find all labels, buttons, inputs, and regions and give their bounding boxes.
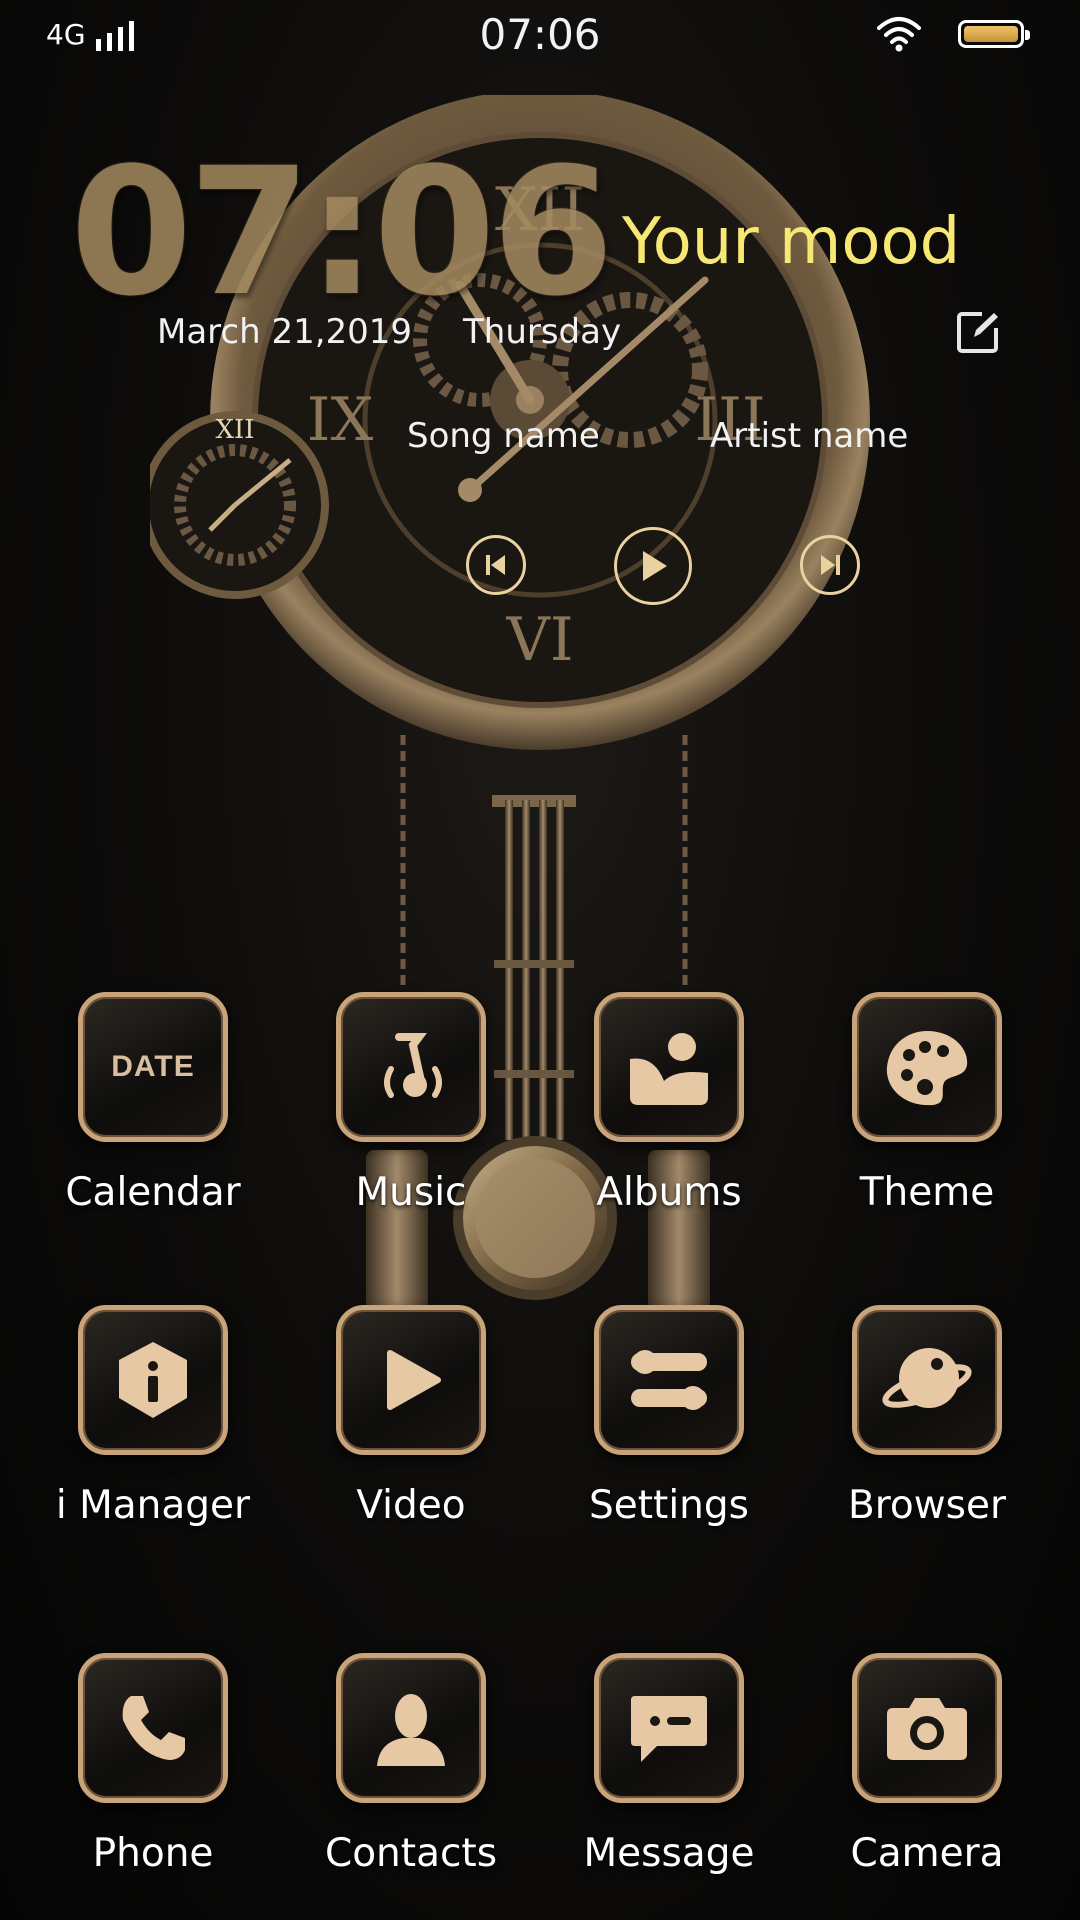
svg-text:VI: VI: [505, 605, 573, 675]
skip-previous-icon: [486, 555, 505, 575]
shield-info-icon: [78, 1305, 228, 1455]
app-label: Theme: [859, 1170, 995, 1215]
app-video[interactable]: Video: [311, 1305, 511, 1555]
app-label: Phone: [92, 1831, 214, 1876]
status-bar: 4G 07:06: [0, 0, 1080, 70]
camera-icon: [852, 1653, 1002, 1803]
app-message[interactable]: Message: [569, 1653, 769, 1903]
play-icon: [643, 551, 667, 581]
widget-date: March 21,2019: [157, 312, 413, 352]
edit-icon[interactable]: [956, 310, 1000, 354]
previous-track-button[interactable]: [466, 535, 526, 595]
play-button[interactable]: [614, 527, 692, 605]
artist-name: Artist name: [710, 416, 909, 456]
play-icon: [336, 1305, 486, 1455]
app-label: Message: [583, 1831, 755, 1876]
app-phone[interactable]: Phone: [53, 1653, 253, 1903]
app-label: i Manager: [55, 1483, 251, 1528]
widget-big-time: 07:06: [70, 130, 614, 335]
svg-text:IX: IX: [307, 385, 374, 455]
app-contacts[interactable]: Contacts: [311, 1653, 511, 1903]
chat-bubble-icon: [594, 1653, 744, 1803]
app-camera[interactable]: Camera: [827, 1653, 1027, 1903]
app-i-manager[interactable]: i Manager: [53, 1305, 253, 1555]
wifi-icon: [877, 17, 921, 52]
phone-handset-icon: [78, 1653, 228, 1803]
app-calendar[interactable]: DATE Calendar: [53, 992, 253, 1242]
app-label: Albums: [596, 1170, 742, 1215]
photo-album-icon: [594, 992, 744, 1142]
skip-next-icon: [821, 555, 840, 575]
planet-icon: [852, 1305, 1002, 1455]
widget-weekday: Thursday: [463, 312, 622, 352]
svg-text:XII: XII: [215, 415, 254, 445]
app-label: Music: [355, 1170, 467, 1215]
app-label: Camera: [850, 1831, 1004, 1876]
app-label: Browser: [847, 1483, 1007, 1528]
app-label: Settings: [589, 1483, 749, 1528]
calendar-icon-text: DATE: [111, 1050, 195, 1083]
paint-palette-icon: [852, 992, 1002, 1142]
app-theme[interactable]: Theme: [827, 992, 1027, 1242]
app-music[interactable]: Music: [311, 992, 511, 1242]
app-browser[interactable]: Browser: [827, 1305, 1027, 1555]
next-track-button[interactable]: [800, 535, 860, 595]
calendar-icon: DATE: [78, 992, 228, 1142]
app-albums[interactable]: Albums: [569, 992, 769, 1242]
app-label: Video: [356, 1483, 466, 1528]
music-note-icon: [336, 992, 486, 1142]
mood-text[interactable]: Your mood: [622, 205, 960, 279]
battery-icon: [958, 20, 1030, 48]
song-name: Song name: [407, 416, 600, 456]
app-settings[interactable]: Settings: [569, 1305, 769, 1555]
toggle-sliders-icon: [594, 1305, 744, 1455]
person-icon: [336, 1653, 486, 1803]
app-label: Calendar: [65, 1170, 241, 1215]
app-label: Contacts: [324, 1831, 498, 1876]
